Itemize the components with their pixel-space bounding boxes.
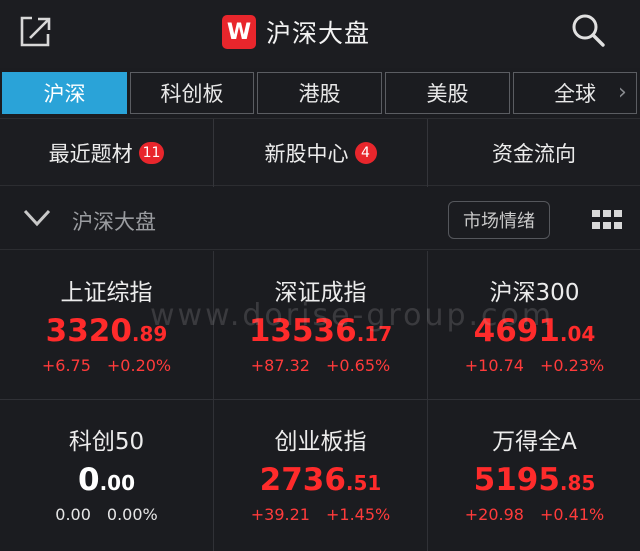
app-logo: W [222, 15, 256, 49]
count-badge: 11 [138, 142, 165, 164]
quick-links-row: 最近题材 11 新股中心 4 资金流向 [0, 118, 640, 187]
count-badge: 4 [354, 142, 377, 164]
index-card-chinext[interactable]: 创业板指 2736.51 +39.21 +1.45% [214, 400, 427, 548]
index-change: +20.98 +0.41% [464, 505, 605, 524]
header-title-group: W 沪深大盘 [222, 14, 370, 50]
market-mood-button[interactable]: 市场情绪 [448, 201, 550, 239]
section-title: 沪深大盘 [72, 210, 156, 234]
index-change: +10.74 +0.23% [464, 356, 605, 375]
quick-link-ipo-center[interactable]: 新股中心 4 [214, 119, 427, 187]
tab-us[interactable]: 美股 [385, 72, 510, 114]
index-name: 创业板指 [274, 429, 367, 455]
page-title: 沪深大盘 [266, 19, 371, 48]
index-grid: 上证综指 3320.89 +6.75 +0.20% 深证成指 13536.17 +… [0, 251, 640, 551]
watermark: www.dorise-group.com [150, 298, 555, 333]
tabs-scroll-right-icon[interactable]: › [618, 80, 638, 106]
chevron-down-icon[interactable] [22, 206, 52, 230]
app-header: W 沪深大盘 [0, 0, 640, 68]
market-tabs: 沪深 科创板 港股 美股 全球 [0, 72, 640, 114]
index-value: 5195.85 [473, 462, 596, 498]
grid-view-icon[interactable] [592, 210, 622, 230]
index-name: 科创50 [68, 429, 145, 455]
index-change: +87.32 +0.65% [250, 356, 391, 375]
tab-hushen[interactable]: 沪深 [2, 72, 127, 114]
index-value: 2736.51 [259, 462, 382, 498]
quick-link-label: 最近题材 [48, 142, 133, 166]
section-header[interactable]: 沪深大盘 市场情绪 [0, 190, 640, 250]
share-icon[interactable] [16, 12, 54, 50]
search-icon[interactable] [568, 10, 608, 50]
tab-hk[interactable]: 港股 [257, 72, 382, 114]
index-change: 0.00 0.00% [55, 505, 158, 524]
index-change: +39.21 +1.45% [250, 505, 391, 524]
index-card-wind-a[interactable]: 万得全A 5195.85 +20.98 +0.41% [428, 400, 640, 548]
quick-link-label: 资金流向 [492, 142, 576, 166]
tab-kechuang[interactable]: 科创板 [130, 72, 254, 114]
quick-link-label: 新股中心 [264, 142, 349, 166]
index-change: +6.75 +0.20% [41, 356, 172, 375]
quick-link-topics[interactable]: 最近题材 11 [0, 119, 213, 187]
index-value: 0.00 [77, 462, 135, 498]
index-card-star50[interactable]: 科创50 0.00 0.00 0.00% [0, 400, 213, 548]
quick-link-capital-flow[interactable]: 资金流向 [428, 119, 640, 187]
index-name: 万得全A [492, 429, 577, 455]
